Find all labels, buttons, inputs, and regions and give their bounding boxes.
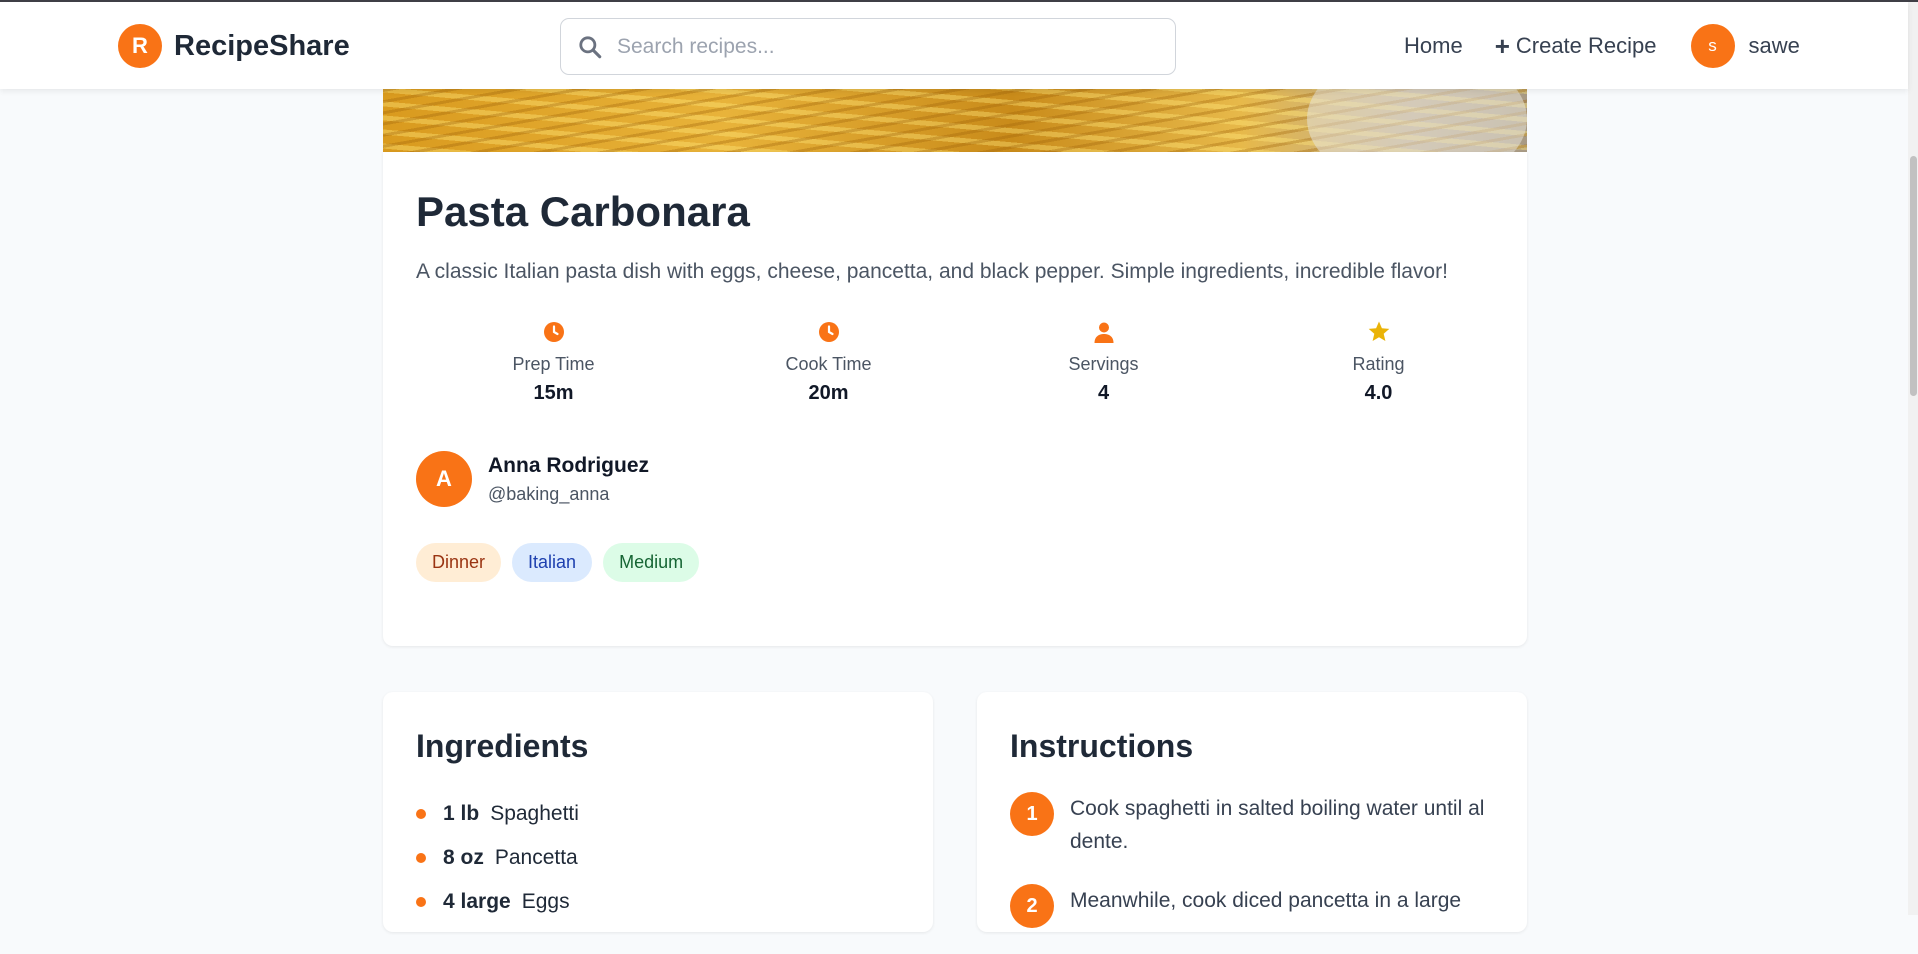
create-recipe-label: Create Recipe xyxy=(1515,33,1657,58)
search-icon xyxy=(579,35,602,58)
recipe-detail-card: Pasta Carbonara A classic Italian pasta … xyxy=(383,152,1527,646)
stat-cook-time: Cook Time 20m xyxy=(691,320,966,405)
bullet-dot xyxy=(416,809,426,819)
stat-prep-time: Prep Time 15m xyxy=(416,320,691,405)
recipe-stats: Prep Time 15m Cook Time 20m Servings 4 R… xyxy=(416,320,1516,405)
author-name: Anna Rodriguez xyxy=(488,453,649,477)
tag-italian[interactable]: Italian xyxy=(512,543,593,582)
plus-icon: + xyxy=(1494,31,1510,61)
stat-value: 20m xyxy=(808,382,849,404)
ingredient-quantity: 8 oz xyxy=(443,846,484,869)
stat-label: Servings xyxy=(1068,354,1139,374)
stat-value: 4 xyxy=(1097,382,1110,404)
username-label: sawe xyxy=(1748,33,1800,58)
star-icon xyxy=(1368,321,1389,341)
ingredient-name: Spaghetti xyxy=(490,802,579,825)
list-item: 4 large Eggs xyxy=(416,880,579,924)
stat-servings: Servings 4 xyxy=(966,320,1241,405)
tag-dinner[interactable]: Dinner xyxy=(416,543,502,582)
stat-label: Cook Time xyxy=(785,354,872,374)
tag-medium[interactable]: Medium xyxy=(603,543,700,582)
step-text: Meanwhile, cook diced pancetta in a larg… xyxy=(1070,889,1462,912)
brand-name: RecipeShare xyxy=(174,29,350,62)
stat-label: Rating xyxy=(1352,354,1405,374)
create-recipe-button[interactable]: + Create Recipe xyxy=(1495,33,1657,59)
recipe-tags: Dinner Italian Medium xyxy=(416,543,710,582)
ingredients-title: Ingredients xyxy=(416,728,589,764)
instructions-panel: Instructions 1 Cook spaghetti in salted … xyxy=(977,692,1527,932)
clock-icon xyxy=(543,322,564,342)
brand-logo[interactable]: R RecipeShare xyxy=(118,24,350,68)
page-scrollbar[interactable] xyxy=(1908,0,1918,915)
user-menu[interactable]: s sawe xyxy=(1690,24,1800,68)
ingredients-panel: Ingredients 1 lb Spaghetti 8 oz Pancetta… xyxy=(383,692,933,932)
user-icon xyxy=(1094,322,1113,343)
ingredient-name: Pancetta xyxy=(494,846,578,869)
instruction-step: 1 Cook spaghetti in salted boiling water… xyxy=(1010,792,1500,858)
list-item: 8 oz Pancetta xyxy=(416,836,579,880)
bullet-dot xyxy=(416,897,426,907)
stat-value: 15m xyxy=(533,382,574,404)
ingredient-name: Eggs xyxy=(521,890,570,913)
nav-home-link[interactable]: Home xyxy=(1404,33,1463,59)
ingredient-quantity: 1 lb xyxy=(443,802,480,825)
hero-bowl-detail xyxy=(1307,89,1527,152)
step-text: Cook spaghetti in salted boiling water u… xyxy=(1070,797,1485,853)
search-input[interactable] xyxy=(617,34,1157,59)
recipe-hero-image xyxy=(383,89,1527,152)
step-number: 2 xyxy=(1010,884,1054,928)
logo-mark: R xyxy=(118,24,162,68)
recipe-title: Pasta Carbonara xyxy=(416,188,750,235)
recipe-author[interactable]: A Anna Rodriguez @baking_anna xyxy=(416,451,649,507)
stat-rating: Rating 4.0 xyxy=(1241,320,1516,405)
list-item: 1 lb Spaghetti xyxy=(416,792,579,836)
main-nav: Home + Create Recipe s sawe xyxy=(1404,24,1800,68)
instruction-step: 2 Meanwhile, cook diced pancetta in a la… xyxy=(1010,884,1500,928)
scrollbar-thumb[interactable] xyxy=(1910,156,1917,396)
author-avatar: A xyxy=(416,451,472,507)
author-info: Anna Rodriguez @baking_anna xyxy=(488,454,649,505)
stat-label: Prep Time xyxy=(512,354,595,374)
user-avatar: s xyxy=(1690,24,1735,68)
author-handle: @baking_anna xyxy=(488,483,610,504)
stat-value: 4.0 xyxy=(1364,382,1393,404)
step-number: 1 xyxy=(1010,792,1054,836)
search-bar xyxy=(560,18,1176,75)
ingredients-list: 1 lb Spaghetti 8 oz Pancetta 4 large Egg… xyxy=(416,792,579,924)
clock-icon xyxy=(818,322,839,342)
window-top-border xyxy=(0,0,1918,2)
instructions-title: Instructions xyxy=(1010,728,1194,764)
recipe-description: A classic Italian pasta dish with eggs, … xyxy=(416,260,1448,283)
top-navbar: R RecipeShare Home + Create Recipe s saw… xyxy=(0,2,1908,89)
ingredient-quantity: 4 large xyxy=(443,890,511,913)
bullet-dot xyxy=(416,853,426,863)
instructions-list: 1 Cook spaghetti in salted boiling water… xyxy=(1010,792,1500,954)
